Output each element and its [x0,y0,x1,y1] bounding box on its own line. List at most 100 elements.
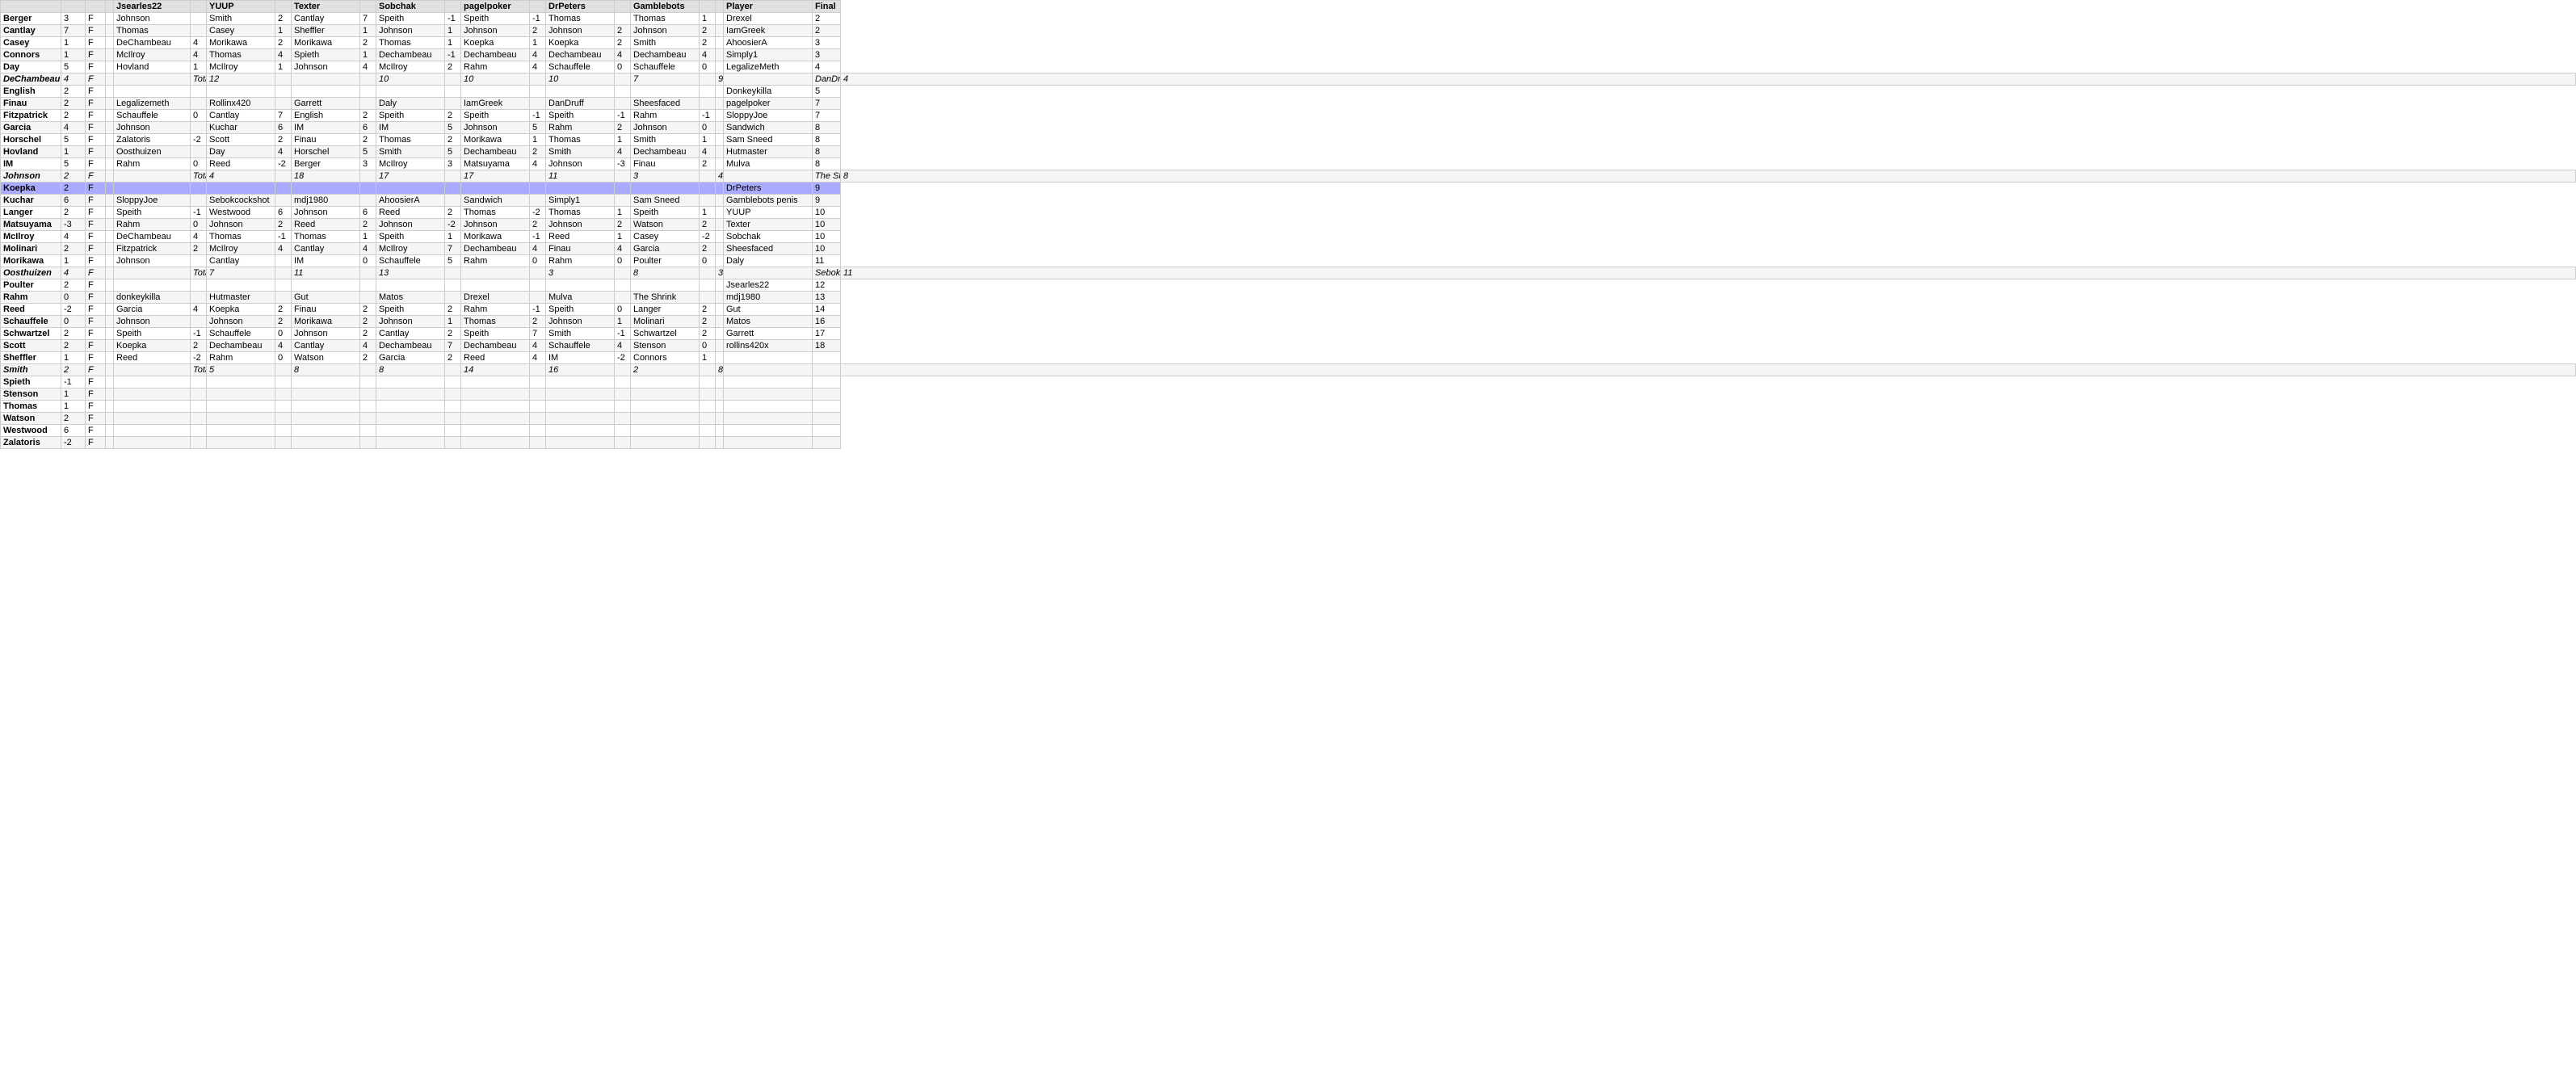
cell [631,437,700,449]
cell: 5 [61,158,86,170]
cell: Thomas [292,231,360,243]
cell: Schauffele [546,61,615,74]
cell: Smith [546,146,615,158]
cell: 2 [615,37,631,49]
cell: F [86,364,106,376]
cell [724,352,813,364]
cell: Koepka [114,340,191,352]
cell: Matos [724,316,813,328]
cell: Morikawa [292,37,360,49]
cell: IM [292,255,360,267]
cell: 17 [376,170,445,183]
cell [191,255,207,267]
cell [376,425,445,437]
cell [106,316,114,328]
cell: 0 [700,122,716,134]
cell: F [86,98,106,110]
cell [106,231,114,243]
cell [716,134,724,146]
cell: 1 [61,401,86,413]
cell: 4 [700,49,716,61]
cell: 0 [61,292,86,304]
cell: 1 [445,231,461,243]
cell: Mulva [724,158,813,170]
cell [376,401,445,413]
cell: Day [1,61,61,74]
cell [106,304,114,316]
cell [191,13,207,25]
table-row: Schwartzel2FSpeith-1Schauffele0Johnson2C… [1,328,2576,340]
cell [292,401,360,413]
table-row: Morikawa1FJohnsonCantlayIM0Schauffele5Ra… [1,255,2576,267]
cell: 1 [700,134,716,146]
cell [813,376,841,388]
cell: 2 [700,243,716,255]
cell [445,74,461,86]
cell [275,279,292,292]
table-row: Day5FHovland1McIlroy1Johnson4McIlroy2Rah… [1,61,2576,74]
cell: 8 [813,134,841,146]
cell [716,292,724,304]
cell [530,388,546,401]
cell [191,401,207,413]
cell [546,388,615,401]
cell [275,376,292,388]
cell [114,437,191,449]
cell [191,413,207,425]
cell: YUUP [724,207,813,219]
cell: F [86,328,106,340]
cell: -1 [191,207,207,219]
cell: 1 [61,146,86,158]
cell [106,376,114,388]
table-row: Oosthuizen4FTotal71113383Sebokcockshot11 [1,267,2576,279]
header-yuup: YUUP [207,1,275,13]
cell: Langer [1,207,61,219]
cell: Morikawa [461,231,530,243]
table-row: Finau2FLegalizemethRollinx420GarrettDaly… [1,98,2576,110]
cell: DanDruff [813,74,841,86]
table-row: Rahm0FdonkeykillaHutmasterGutMatosDrexel… [1,292,2576,304]
table-row: Berger3FJohnsonSmith2Cantlay7Speith-1Spe… [1,13,2576,25]
table-row: Reed-2FGarcia4Koepka2Finau2Speith2Rahm-1… [1,304,2576,316]
cell: 1 [700,207,716,219]
cell [445,183,461,195]
cell: 2 [813,13,841,25]
cell [716,388,724,401]
cell: F [86,207,106,219]
cell [191,25,207,37]
cell [546,413,615,425]
cell: Sam Sneed [631,195,700,207]
cell [360,376,376,388]
cell [716,195,724,207]
cell [631,388,700,401]
cell: 2 [61,340,86,352]
cell: 2 [61,328,86,340]
cell: Smith [546,328,615,340]
cell: 4 [61,267,86,279]
cell: 5 [360,146,376,158]
cell [724,401,813,413]
cell: Johnson [292,61,360,74]
cell [106,267,114,279]
cell: Gamblebots penis [724,195,813,207]
cell: Simply1 [546,195,615,207]
cell: 17 [813,328,841,340]
cell: 2 [275,304,292,316]
cell: 2 [61,243,86,255]
cell: 5 [61,61,86,74]
cell [716,316,724,328]
cell [724,376,813,388]
cell: Fitzpatrick [114,243,191,255]
cell [530,376,546,388]
cell: 0 [191,158,207,170]
cell: 7 [813,98,841,110]
header-sobchak-score [445,1,461,13]
cell: 8 [631,267,700,279]
cell: F [86,158,106,170]
cell: F [86,74,106,86]
cell: 9 [716,74,724,86]
cell: Morikawa [1,255,61,267]
cell [716,122,724,134]
cell [114,267,191,279]
cell: -3 [615,158,631,170]
